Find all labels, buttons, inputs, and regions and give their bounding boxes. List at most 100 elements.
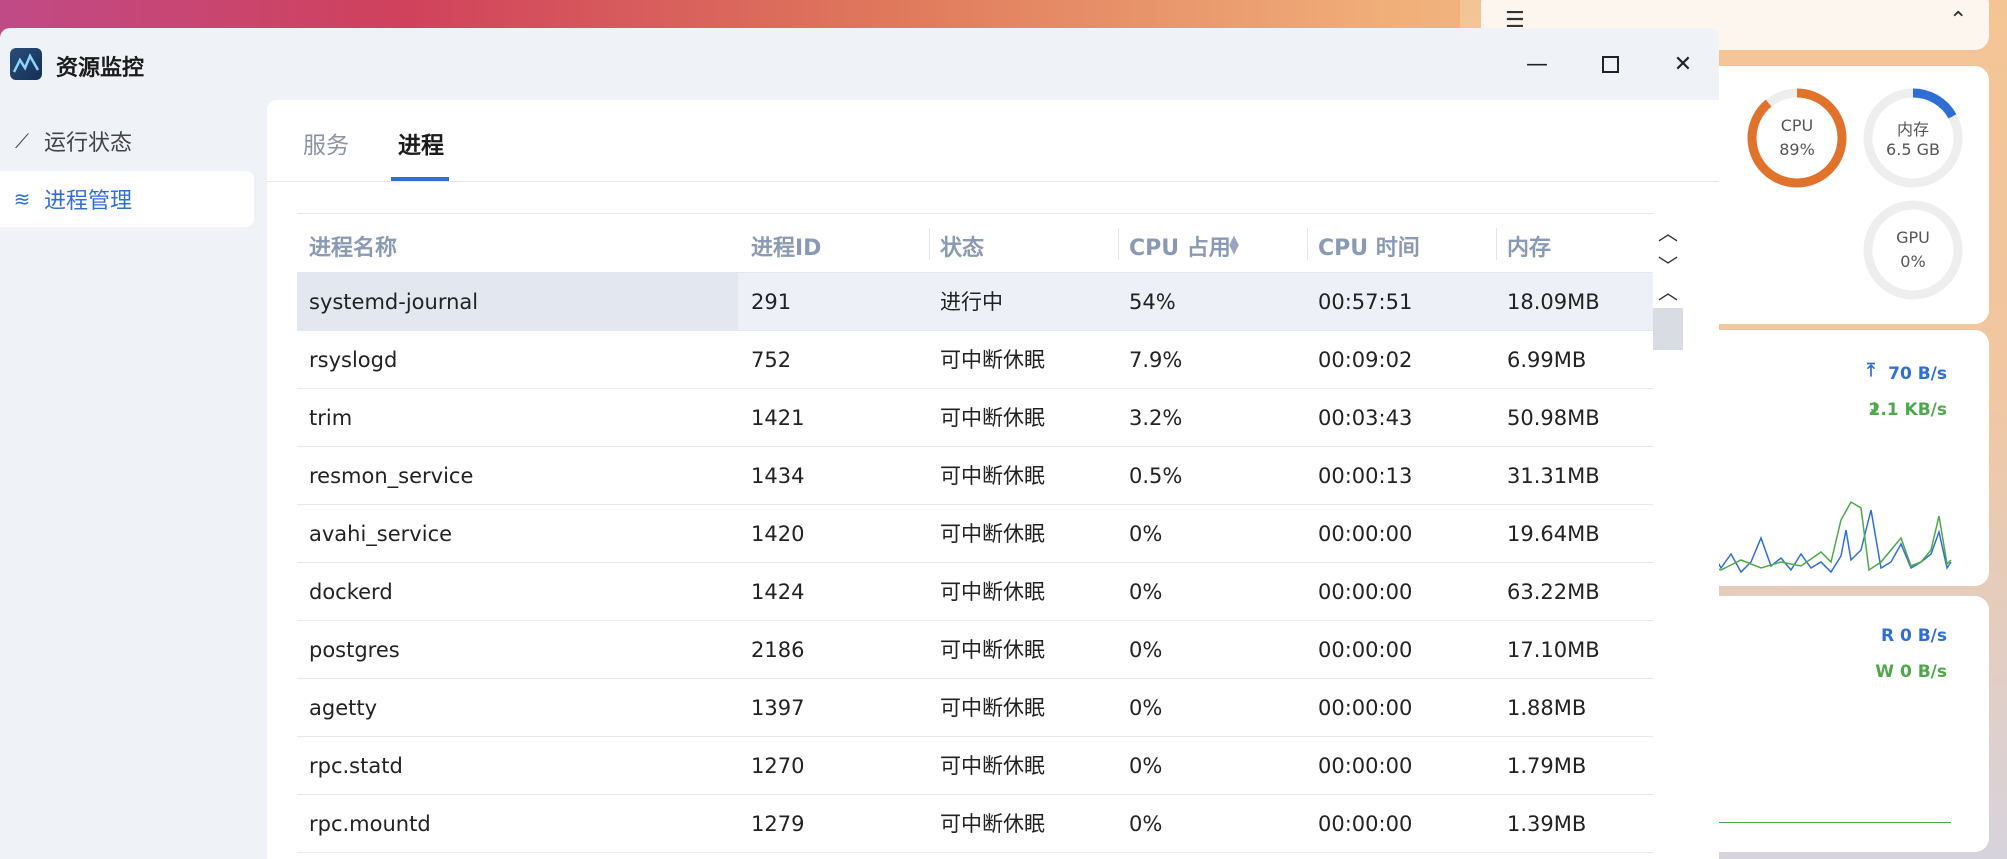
table-row[interactable]: agetty 1397 可中断休眠 0% 00:00:00 1.88MB (297, 679, 1653, 737)
cell-memory: 17.10MB (1507, 638, 1600, 662)
sidebar-item-process-management[interactable]: ≋ 进程管理 (0, 171, 254, 227)
disk-read-rate: R 0 B/s (1880, 626, 1947, 646)
cell-cpu-usage: 0% (1129, 638, 1163, 662)
collapse-up-icon[interactable]: ⌃ (1949, 8, 1967, 33)
cell-pid: 1434 (751, 464, 805, 488)
cpu-gauge-arc (1747, 88, 1847, 188)
cell-memory: 19.64MB (1507, 522, 1600, 546)
cell-cpu-usage: 0% (1129, 580, 1163, 604)
table-header: 进程名称 进程ID 状态 CPU 占用 ▲ ▼ CPU 时间 内存 (297, 213, 1653, 273)
cell-memory: 50.98MB (1507, 406, 1600, 430)
cell-status: 可中断休眠 (940, 406, 1045, 430)
cell-memory: 31.31MB (1507, 464, 1600, 488)
cell-memory: 18.09MB (1507, 290, 1600, 314)
cell-cpu-usage: 0% (1129, 812, 1163, 836)
cell-process-name: rsyslogd (309, 348, 398, 372)
cell-process-name: rpc.statd (309, 754, 403, 778)
cpu-gauge: CPU 89% (1745, 86, 1849, 190)
cell-status: 可中断休眠 (940, 812, 1045, 836)
cell-status: 可中断休眠 (940, 580, 1045, 604)
cell-pid: 1421 (751, 406, 805, 430)
app-title: 资源监控 (56, 56, 145, 81)
table-row[interactable]: dockerd 1424 可中断休眠 0% 00:00:00 63.22MB (297, 563, 1653, 621)
cell-pid: 752 (751, 348, 792, 372)
cell-pid: 1420 (751, 522, 805, 546)
maximize-icon (1601, 55, 1619, 73)
cpu-gauge-label: CPU (1780, 116, 1814, 135)
header-pid[interactable]: 进程ID (751, 230, 821, 262)
cell-cpu-time: 00:00:00 (1318, 812, 1413, 836)
cell-cpu-usage: 54% (1129, 290, 1176, 314)
cell-memory: 1.88MB (1507, 696, 1587, 720)
cell-cpu-usage: 0% (1129, 754, 1163, 778)
cell-cpu-usage: 3.2% (1129, 406, 1183, 430)
sidebar-item-status[interactable]: ⟋ 运行状态 (0, 113, 254, 169)
minimize-icon: — (1526, 51, 1548, 77)
cell-memory: 1.79MB (1507, 754, 1587, 778)
minimize-button[interactable]: — (1517, 44, 1557, 84)
cell-process-name: dockerd (309, 580, 393, 604)
cell-cpu-time: 00:57:51 (1318, 290, 1413, 314)
close-icon: ✕ (1673, 51, 1693, 77)
cell-process-name: resmon_service (309, 464, 474, 488)
cell-pid: 1424 (751, 580, 805, 604)
sidebar-item-label: 运行状态 (44, 131, 133, 156)
cell-process-name: avahi_service (309, 522, 453, 546)
cell-cpu-usage: 0% (1129, 696, 1163, 720)
cell-status: 可中断休眠 (940, 464, 1045, 488)
cell-cpu-time: 00:00:00 (1318, 522, 1413, 546)
scrollbar-thumb[interactable] (1653, 308, 1683, 350)
memory-gauge: 内存 6.5 GB (1861, 86, 1965, 190)
table-row[interactable]: systemd-journal 291 进行中 54% 00:57:51 18.09MB (297, 273, 1653, 331)
memory-gauge-label: 内存 (1896, 120, 1929, 139)
cell-status: 进行中 (940, 290, 1003, 314)
cell-status: 可中断休眠 (940, 638, 1045, 662)
header-cpu-time[interactable]: CPU 时间 (1318, 230, 1420, 262)
maximize-button[interactable] (1590, 44, 1630, 84)
tab-services[interactable]: 服务 (303, 126, 349, 160)
cell-cpu-usage: 0.5% (1129, 464, 1183, 488)
cell-cpu-time: 00:00:00 (1318, 696, 1413, 720)
cell-cpu-usage: 0% (1129, 522, 1163, 546)
header-status[interactable]: 状态 (940, 230, 984, 262)
cell-process-name: rpc.mountd (309, 812, 431, 836)
memory-gauge-value: 6.5 GB (1886, 140, 1940, 159)
header-process-name[interactable]: 进程名称 (309, 230, 397, 262)
upload-icon: ⤒ (1867, 360, 1875, 381)
tab-processes[interactable]: 进程 (398, 126, 444, 160)
chevron-down-icon: ﹀ (1658, 254, 1678, 278)
cell-pid: 1270 (751, 754, 805, 778)
table-row[interactable]: rsyslogd 752 可中断休眠 7.9% 00:09:02 6.99MB (297, 331, 1653, 389)
cell-memory: 6.99MB (1507, 348, 1587, 372)
cpu-gauge-value: 89% (1779, 140, 1815, 159)
header-memory[interactable]: 内存 (1507, 230, 1551, 262)
cell-process-name: postgres (309, 638, 400, 662)
content-panel: 服务 进程 进程名称 进程ID 状态 CPU 占用 ▲ ▼ CPU 时间 内存 s… (267, 100, 1719, 859)
cell-cpu-time: 00:09:02 (1318, 348, 1413, 372)
cell-status: 可中断休眠 (940, 348, 1045, 372)
cell-cpu-time: 00:03:43 (1318, 406, 1413, 430)
disk-write-rate: W 0 B/s (1875, 662, 1947, 682)
table-row[interactable]: rpc.statd 1270 可中断休眠 0% 00:00:00 1.79MB (297, 737, 1653, 795)
scroll-top-button[interactable]: ︿ (1653, 276, 1683, 306)
line-chart-icon: ⟋ (15, 129, 29, 153)
scroll-up-button[interactable]: ︿ (1653, 217, 1683, 247)
table-row[interactable]: avahi_service 1420 可中断休眠 0% 00:00:00 19.64MB (297, 505, 1653, 563)
table-row[interactable]: rpc.mountd 1279 可中断休眠 0% 00:00:00 1.39MB (297, 795, 1653, 853)
table-row[interactable]: resmon_service 1434 可中断休眠 0.5% 00:00:13 31.31… (297, 447, 1653, 505)
title-bar: 资源监控 — ✕ (0, 28, 1719, 100)
cell-cpu-time: 00:00:00 (1318, 638, 1413, 662)
table-row[interactable]: postgres 2186 可中断休眠 0% 00:00:00 17.10MB (297, 621, 1653, 679)
cell-pid: 1397 (751, 696, 805, 720)
upload-rate: 70 B/s (1888, 364, 1947, 384)
close-button[interactable]: ✕ (1663, 44, 1703, 84)
cell-cpu-time: 00:00:13 (1318, 464, 1413, 488)
cell-cpu-time: 00:00:00 (1318, 754, 1413, 778)
sidebar-item-label: 进程管理 (44, 189, 133, 214)
chevron-up-icon: ︿ (1658, 221, 1678, 245)
table-row[interactable]: trim 1421 可中断休眠 3.2% 00:03:43 50.98MB (297, 389, 1653, 447)
cell-pid: 1279 (751, 812, 805, 836)
cell-process-name: trim (309, 406, 353, 430)
header-cpu-usage[interactable]: CPU 占用 (1129, 230, 1231, 262)
sort-icon[interactable]: ▲ ▼ (1229, 234, 1239, 256)
